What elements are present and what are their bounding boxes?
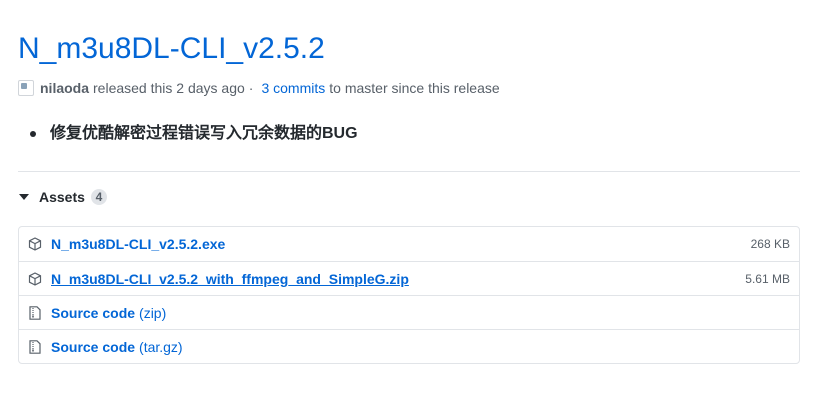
release-note-text: 修复优酷解密过程错误写入冗余数据的BUG xyxy=(50,125,358,142)
asset-row: N_m3u8DL-CLI_v2.5.2.exe 268 KB xyxy=(19,227,799,261)
author-name[interactable]: nilaoda xyxy=(40,80,89,96)
master-text: to master since this release xyxy=(329,80,500,96)
asset-size: 268 KB xyxy=(750,237,790,251)
source-row: Source code (tar.gz) xyxy=(19,329,799,363)
bullet-icon xyxy=(30,131,36,137)
file-zip-icon xyxy=(28,339,42,354)
release-note-item: 修复优酷解密过程错误写入冗余数据的BUG xyxy=(30,122,358,146)
asset-size: 5.61 MB xyxy=(745,271,790,286)
asset-link-zip[interactable]: N_m3u8DL-CLI_v2.5.2_with_ffmpeg_and_Simp… xyxy=(51,271,409,287)
commits-link[interactable]: 3 commits xyxy=(261,80,325,96)
source-code-label: Source code xyxy=(51,338,136,355)
source-code-suffix: (zip) xyxy=(139,304,167,321)
package-icon xyxy=(28,237,42,251)
assets-list: N_m3u8DL-CLI_v2.5.2.exe 268 KB N_m3u8DL-… xyxy=(18,226,800,364)
package-icon xyxy=(28,271,42,286)
meta-separator: · xyxy=(248,80,254,96)
avatar[interactable] xyxy=(18,80,34,96)
asset-row: N_m3u8DL-CLI_v2.5.2_with_ffmpeg_and_Simp… xyxy=(19,261,799,295)
release-section: N_m3u8DL-CLI_v2.5.2 nilaoda released thi… xyxy=(18,0,800,408)
source-code-label: Source code xyxy=(51,304,136,321)
source-code-suffix: (tar.gz) xyxy=(139,338,183,355)
assets-count-badge: 4 xyxy=(90,189,107,205)
source-code-zip-link[interactable]: Source code (zip) xyxy=(51,305,166,321)
released-text: released this 2 days ago xyxy=(93,80,245,96)
assets-heading: Assets xyxy=(39,189,85,205)
release-meta: nilaoda released this 2 days ago · 3 com… xyxy=(18,78,504,98)
assets-toggle[interactable]: Assets 4 xyxy=(18,189,107,205)
asset-link-exe[interactable]: N_m3u8DL-CLI_v2.5.2.exe xyxy=(51,236,225,252)
release-title[interactable]: N_m3u8DL-CLI_v2.5.2 xyxy=(18,30,325,68)
file-zip-icon xyxy=(28,305,42,320)
source-row: Source code (zip) xyxy=(19,295,799,329)
caret-down-icon xyxy=(19,194,29,200)
divider xyxy=(18,171,800,172)
release-notes: 修复优酷解密过程错误写入冗余数据的BUG xyxy=(30,122,358,146)
source-code-targz-link[interactable]: Source code (tar.gz) xyxy=(51,339,183,355)
